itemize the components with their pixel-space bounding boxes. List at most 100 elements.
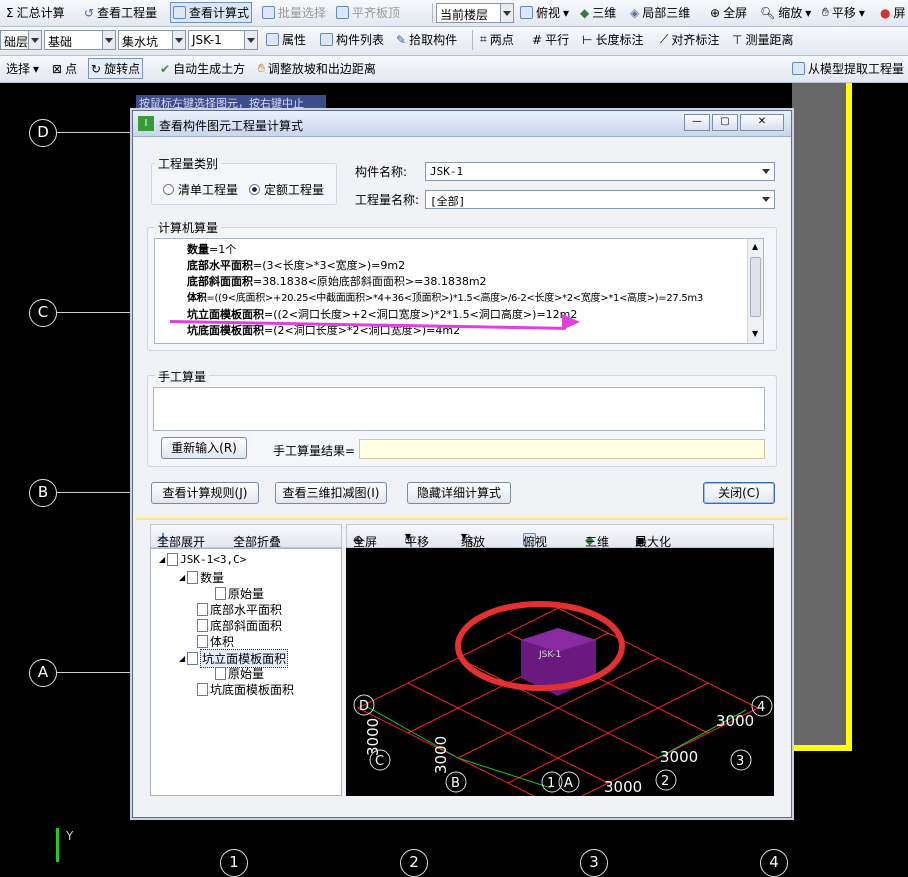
dialog-titlebar[interactable]: I 查看构件图元工程量计算式 — ▢ ✕: [133, 111, 791, 137]
chevron-down-icon: [175, 38, 183, 43]
category-select[interactable]: 础层: [0, 30, 42, 50]
formula-scrollbar[interactable]: ▲ ▼: [747, 239, 763, 343]
view-quantity-button[interactable]: ↺ 查看工程量: [84, 4, 157, 21]
expand-icon[interactable]: ◢: [179, 654, 185, 663]
close-button[interactable]: 关闭(C): [703, 482, 775, 504]
pick-element-button[interactable]: ✎ 拾取构件: [396, 31, 457, 48]
view-rules-button[interactable]: 查看计算规则(J): [151, 482, 259, 504]
local-3d-icon: ◈: [630, 5, 640, 20]
tree-node[interactable]: 底部水平面积: [197, 601, 282, 618]
document-icon: [187, 571, 199, 584]
extract-icon: [792, 62, 805, 75]
auto-earthwork-button[interactable]: ✔ 自动生成土方: [160, 60, 245, 77]
local-3d-button[interactable]: ◈ 局部三维: [630, 4, 690, 21]
minimize-button[interactable]: —: [684, 114, 710, 131]
bottom-axis-1: 1: [220, 849, 248, 877]
radio-off-icon: [163, 184, 174, 195]
radio-quota-qty[interactable]: 定额工程量: [249, 181, 324, 198]
scroll-thumb[interactable]: [750, 257, 761, 317]
batch-select-button[interactable]: 批量选择: [262, 4, 326, 21]
pan-button[interactable]: ✋︎ 平移 ▾: [822, 4, 865, 21]
dim-label: 3000: [660, 748, 698, 766]
view-pan-button[interactable]: ✋︎ 平移 ▾: [405, 529, 429, 549]
zoom-button[interactable]: 🔍︎ 缩放 ▾: [760, 4, 811, 21]
parallel-button[interactable]: # 平行: [532, 31, 569, 48]
element-list-button[interactable]: 构件列表: [320, 31, 384, 48]
foundation-select[interactable]: 基础: [44, 30, 116, 50]
y-axis-label: Y: [66, 829, 74, 843]
tree-node[interactable]: 体积: [197, 633, 234, 650]
element-type-select[interactable]: 集水坑: [118, 30, 186, 50]
document-icon: [197, 603, 208, 616]
grid-green: [365, 705, 747, 789]
view-3d-deduct-button[interactable]: 查看三维扣减图(I): [275, 482, 387, 504]
slope-icon: ✋︎: [258, 61, 265, 75]
expand-all-button[interactable]: ＋全部展开: [157, 529, 205, 549]
properties-button[interactable]: 属性: [266, 31, 306, 48]
dim-label: 3000: [432, 736, 450, 774]
qty-name-combo[interactable]: [全部]: [425, 190, 775, 209]
hand-icon: ✋︎: [822, 5, 829, 19]
hide-detail-button[interactable]: 隐藏详细计算式: [407, 482, 511, 504]
tree-node[interactable]: ◢ 数量: [179, 569, 224, 586]
view-top-button[interactable]: 俯视▾: [523, 529, 547, 549]
window-close-button[interactable]: ✕: [740, 114, 784, 131]
tree-node[interactable]: 原始量: [215, 585, 264, 602]
expand-icon[interactable]: ◢: [159, 555, 165, 564]
formula-list[interactable]: 数量=1个 底部水平面积=(3<长度>*3<宽度>)=9m2 底部斜面面积=38…: [154, 238, 764, 344]
manual-calc-input[interactable]: [153, 387, 765, 431]
view-zoom-button[interactable]: 🔍︎ 缩放 ▾: [461, 529, 485, 549]
document-icon: [187, 652, 199, 665]
chevron-down-icon: [762, 197, 770, 202]
align-slab-top-button[interactable]: 平齐板顶: [336, 4, 400, 21]
screen-button[interactable]: ● 屏: [880, 4, 906, 21]
tree-node[interactable]: 坑底面模板面积: [197, 681, 294, 698]
extract-from-model-button[interactable]: 从模型提取工程量: [792, 60, 904, 77]
scroll-down-icon[interactable]: ▼: [752, 329, 758, 338]
tree-node-root[interactable]: ◢ JSK-1<3,C>: [159, 553, 246, 566]
fullscreen-button[interactable]: ⊕ 全屏: [710, 4, 747, 21]
document-icon: [215, 667, 226, 680]
align-icon: [336, 6, 349, 19]
reenter-button[interactable]: 重新输入(R): [161, 437, 247, 459]
measure-icon: ⊤: [732, 32, 743, 47]
axis-label: B: [451, 776, 460, 791]
floor-select[interactable]: 当前楼层: [436, 3, 514, 23]
formula-line: 坑立面模板面积=((2<洞口长度>+2<洞口宽度>)*2*1.5<洞口高度>)=…: [187, 308, 578, 321]
three-d-button[interactable]: ◆ 三维: [580, 4, 616, 21]
3d-scene: JSK-1 3000 3000 3000 3000 3000 D C B 1 A…: [353, 601, 773, 809]
measure-dist-button[interactable]: ⊤ 测量距离: [732, 31, 793, 48]
tree-node[interactable]: 底部斜面面积: [197, 617, 282, 634]
collapse-all-button[interactable]: －全部折叠: [233, 529, 281, 549]
document-icon: [197, 635, 208, 648]
formula-line: 底部水平面积=(3<长度>*3<宽度>)=9m2: [187, 259, 406, 272]
tree-node[interactable]: 原始量: [215, 665, 264, 682]
view-formula-button[interactable]: 查看计算式: [170, 2, 253, 23]
length-dim-button[interactable]: ⊢ 长度标注: [582, 31, 643, 48]
expand-icon[interactable]: ◢: [179, 573, 185, 582]
radio-list-qty[interactable]: 清单工程量: [163, 181, 238, 198]
rotate-point-button[interactable]: ↻ 旋转点: [88, 58, 144, 79]
element-name-combo[interactable]: JSK-1: [425, 162, 775, 181]
top-view-button[interactable]: 俯视 ▾: [520, 4, 569, 21]
manual-result-field[interactable]: [359, 439, 765, 459]
properties-icon: [266, 33, 279, 46]
two-points-button[interactable]: ⌗ 两点: [480, 31, 514, 48]
axis-label: 4: [757, 700, 765, 715]
point-button[interactable]: ⊠ 点: [52, 60, 77, 77]
element-name-select[interactable]: JSK-1: [188, 30, 258, 50]
element-tree: ◢ JSK-1<3,C> ◢ 数量 原始量 底部水平面积 底部斜面面积 体积 ◢ 坑立…: [150, 548, 342, 796]
computer-calc-label: 计算机算量: [155, 219, 222, 236]
scroll-up-icon[interactable]: ▲: [752, 242, 758, 251]
3d-viewport[interactable]: JSK-1 3000 3000 3000 3000 3000 D C B 1 A…: [346, 548, 774, 809]
bottom-axis-4: 4: [760, 849, 788, 877]
chevron-down-icon: [31, 38, 39, 43]
axis-label: D: [359, 699, 369, 714]
align-dim-button[interactable]: ⟋ 对齐标注: [660, 31, 719, 48]
parallel-icon: #: [532, 32, 543, 47]
maximize-button[interactable]: ▢: [712, 114, 738, 131]
chevron-down-icon: [105, 38, 113, 43]
select-menu[interactable]: 选择 ▾: [6, 60, 39, 77]
sum-calc-button[interactable]: Σ 汇总计算: [6, 4, 65, 21]
adjust-slope-button[interactable]: ✋︎ 调整放坡和出边距离: [258, 60, 376, 77]
